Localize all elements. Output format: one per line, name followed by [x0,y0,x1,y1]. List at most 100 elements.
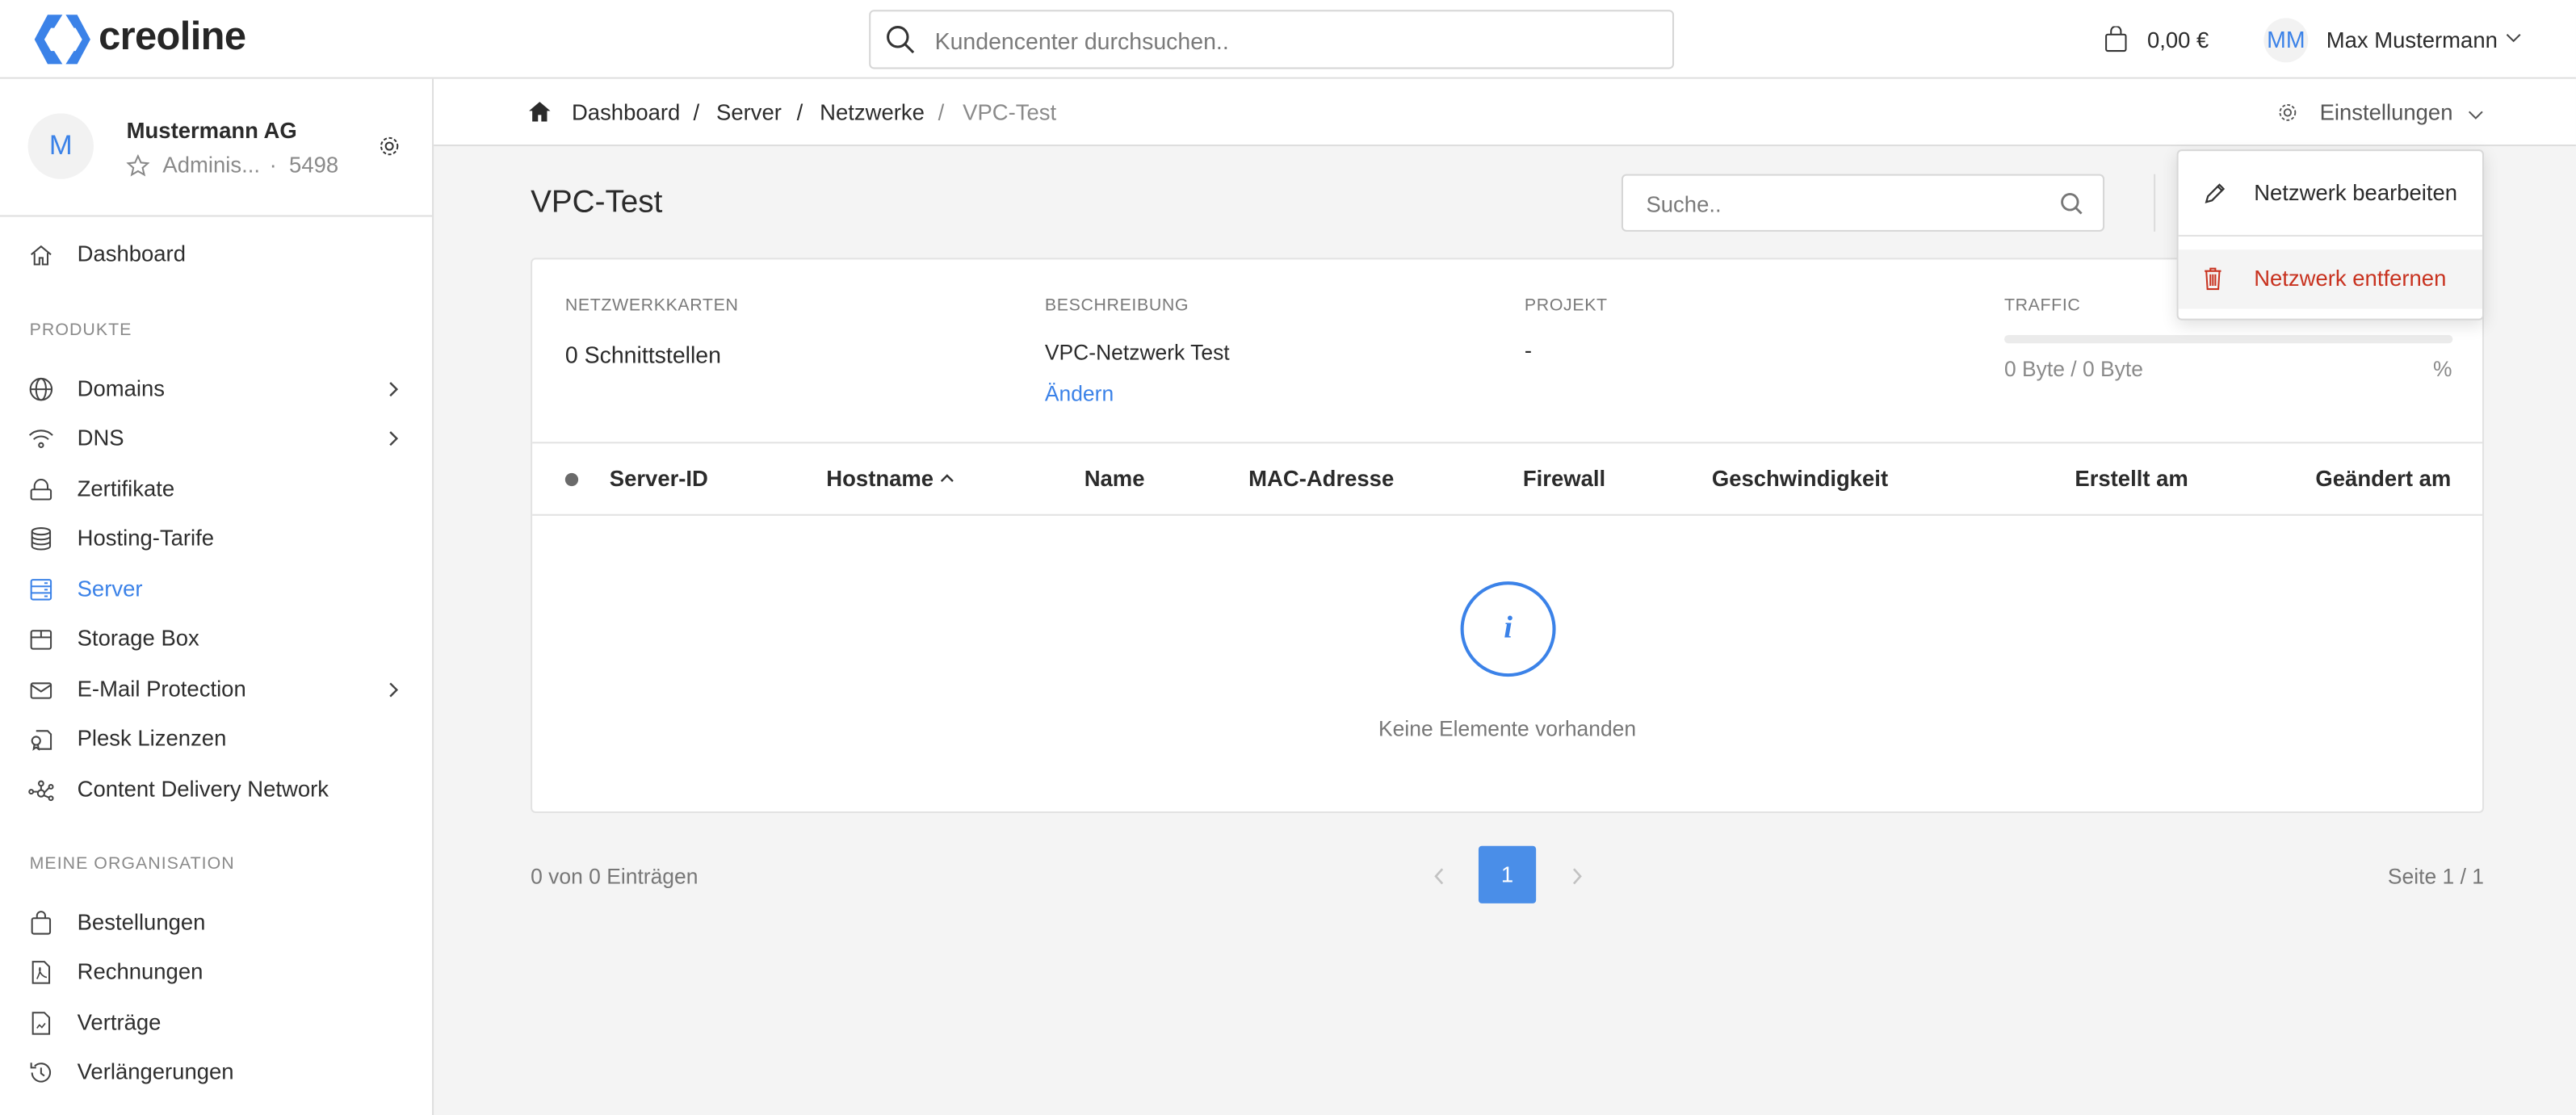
entries-count: 0 von 0 Einträgen [531,864,699,889]
search-placeholder: Suche.. [1646,192,1722,217]
column-modified[interactable]: Geändert am [2315,467,2451,492]
breadcrumb-dashboard[interactable]: Dashboard [572,100,680,125]
top-header: creoline Kundencenter durchsuchen.. 0,00… [0,0,2576,79]
column-hostname[interactable]: Hostname [826,467,933,492]
org-avatar: M [27,113,94,179]
sidebar-item-label: Verträge [77,1010,162,1035]
cart-total[interactable]: 0,00 € [2147,28,2209,53]
chevron-right-icon[interactable] [388,430,399,446]
org-id: 5498 [289,153,339,178]
divider [2154,174,2156,232]
sidebar-item-label: Zertifikate [77,476,175,501]
sidebar-item-label: Hosting-Tarife [77,526,215,551]
page-title: VPC-Test [531,185,663,220]
description-label: BESCHREIBUNG [1044,296,1189,316]
sidebar-item-storage-box[interactable]: Storage Box [0,616,432,662]
user-menu-name[interactable]: Max Mustermann [2326,28,2498,53]
project-label: PROJEKT [1524,296,1608,316]
section-products: PRODUKTE [29,320,132,341]
settings-dropdown-button[interactable]: Einstellungen [2320,100,2453,125]
sidebar-item-bestellungen[interactable]: Bestellungen [0,900,432,946]
brand-name[interactable]: creoline [99,15,246,61]
server-icon [30,579,52,601]
box-icon [30,630,52,650]
divider [532,513,2482,516]
breadcrumb-current: VPC-Test [963,100,1057,125]
sidebar-item-label: Bestellungen [77,910,206,935]
sidebar-item-content-delivery-network[interactable]: Content Delivery Network [0,767,432,813]
gear-icon[interactable] [378,135,401,157]
sidebar-item-label: Domains [77,375,166,401]
sidebar-item-zertifikate[interactable]: Zertifikate [0,467,432,513]
project-value: - [1524,338,1533,363]
home-icon[interactable] [529,102,551,122]
sidebar-item-label: Content Delivery Network [77,777,329,802]
sidebar-item-server[interactable]: Server [0,567,432,613]
column-server-id[interactable]: Server-ID [610,467,708,492]
chevron-down-icon[interactable] [2468,110,2484,121]
search-icon [887,26,915,54]
cart-icon[interactable] [2104,26,2127,53]
sidebar-item-verträge[interactable]: Verträge [0,1000,432,1046]
breadcrumb-separator: / [693,100,700,125]
page-button-1[interactable]: 1 [1478,845,1537,903]
traffic-progress-bar [2003,335,2453,344]
info-icon: i [1460,581,1556,677]
chevron-right-icon[interactable] [388,681,399,698]
nics-label: NETZWERKKARTEN [564,296,739,316]
home-icon [31,245,52,266]
traffic-percent: % [2432,356,2452,381]
document-icon [31,1012,51,1035]
traffic-label: TRAFFIC [2003,296,2081,316]
sort-ascending-icon[interactable] [940,473,954,483]
chevron-right-icon[interactable] [388,381,399,397]
wifi-icon [28,430,53,448]
column-speed[interactable]: Geschwindigkeit [1712,467,1888,492]
breadcrumb-networks[interactable]: Netzwerke [820,100,925,125]
sidebar-item-rechnungen[interactable]: Rechnungen [0,949,432,996]
breadcrumb-separator: / [796,100,803,125]
breadcrumb-separator: / [938,100,945,125]
table-search-input[interactable]: Suche.. [1621,174,2105,232]
sidebar-item-verlängerungen[interactable]: Verlängerungen [0,1050,432,1096]
gear-icon[interactable] [2277,102,2298,123]
breadcrumb: Dashboard / Server / Netzwerke / VPC-Tes… [434,78,2576,147]
sidebar-item-dns[interactable]: DNS [0,416,432,462]
breadcrumb-server[interactable]: Server [716,100,782,125]
column-name[interactable]: Name [1085,467,1145,492]
edit-description-link[interactable]: Ändern [1045,381,1114,406]
column-created[interactable]: Erstellt am [2075,467,2188,492]
menu-item-label: Netzwerk bearbeiten [2254,180,2458,206]
sidebar-item-label: DNS [77,425,124,451]
traffic-value: 0 Byte / 0 Byte [2003,356,2143,381]
creoline-logo-icon[interactable] [33,13,92,65]
star-icon [126,154,150,177]
sidebar: M Mustermann AG Adminis... · 5498 Dashbo… [0,78,434,1115]
sidebar-item-label: Storage Box [77,626,199,651]
page-info: Seite 1 / 1 [2387,864,2485,889]
chevron-right-icon[interactable] [1571,867,1584,885]
edit-network-menu-item[interactable]: Netzwerk bearbeiten [2179,164,2482,223]
org-separator: · [269,153,277,178]
lock-icon [30,479,52,501]
sidebar-item-plesk-lizenzen[interactable]: Plesk Lizenzen [0,716,432,762]
sidebar-item-label: Rechnungen [77,959,203,984]
search-icon[interactable] [2060,192,2083,215]
sidebar-item-label: Verlängerungen [77,1059,234,1084]
global-search-input[interactable]: Kundencenter durchsuchen.. [869,10,1675,69]
divider [2178,234,2482,237]
chevron-down-icon[interactable] [2505,33,2521,44]
sidebar-item-dashboard[interactable]: Dashboard [0,232,432,278]
network-card: NETZWERKKARTEN 0 Schnittstellen BESCHREI… [531,258,2485,814]
remove-network-menu-item[interactable]: Netzwerk entfernen [2178,249,2482,309]
column-mac-address[interactable]: MAC-Adresse [1248,467,1394,492]
mail-icon [30,682,52,699]
menu-item-label: Netzwerk entfernen [2254,266,2447,291]
sidebar-item-domains[interactable]: Domains [0,367,432,413]
user-avatar[interactable]: MM [2263,18,2309,63]
sidebar-item-e-mail-protection[interactable]: E-Mail Protection [0,667,432,713]
sidebar-item-hosting-tarife[interactable]: Hosting-Tarife [0,516,432,562]
chevron-left-icon[interactable] [1433,867,1445,885]
database-icon [31,527,52,551]
column-firewall[interactable]: Firewall [1523,467,1605,492]
